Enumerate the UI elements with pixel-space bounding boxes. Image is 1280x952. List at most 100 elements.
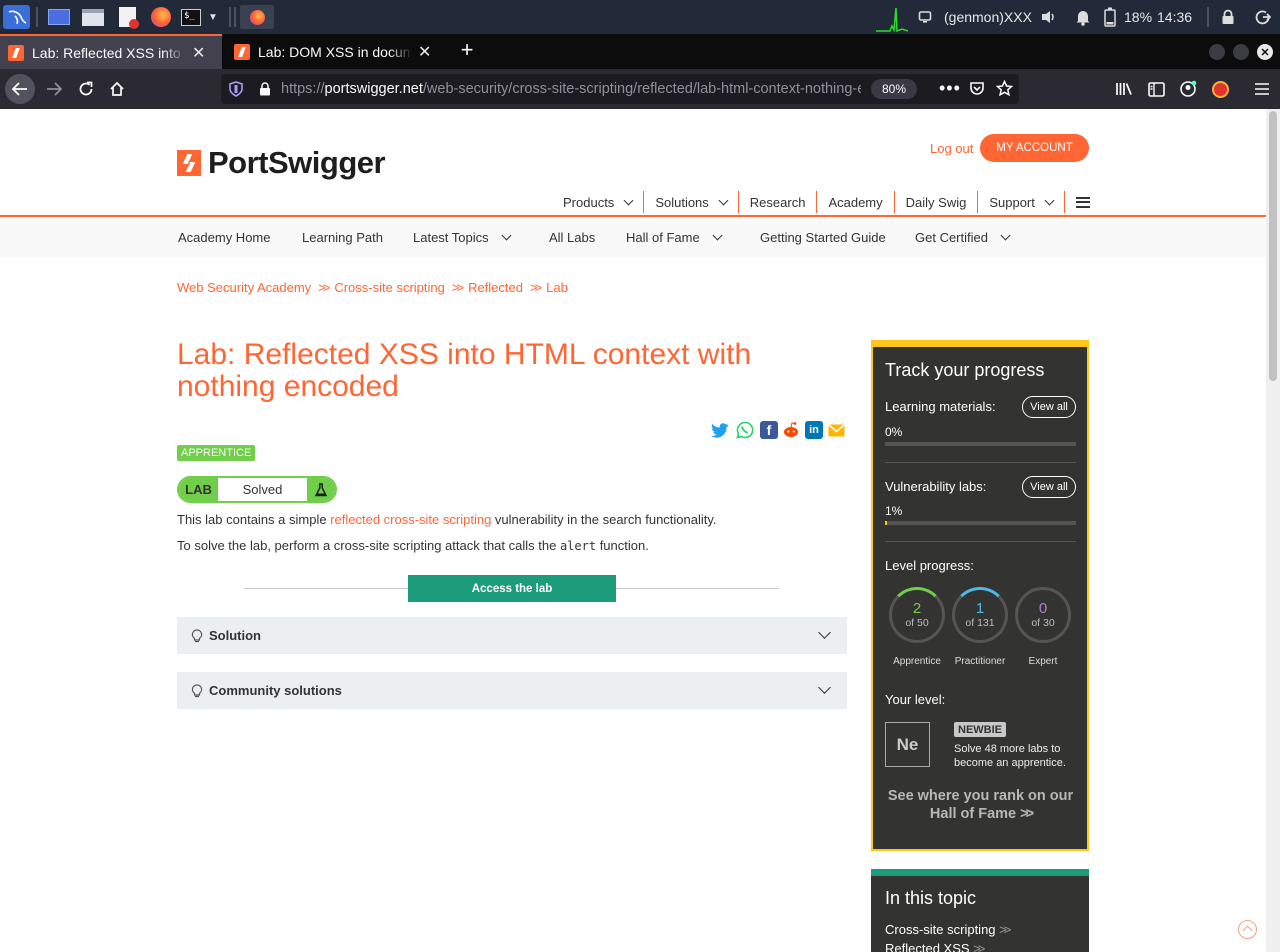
close-window-icon[interactable]: ✕ — [1257, 44, 1273, 60]
forward-icon[interactable] — [42, 69, 66, 109]
account-icon[interactable] — [1178, 69, 1198, 109]
subnav-get-certified[interactable]: Get Certified — [915, 217, 1011, 257]
nav-menu[interactable] — [1063, 191, 1101, 213]
chevron-double-right-icon: >> — [529, 280, 542, 295]
newbie-badge: NEWBIE — [954, 722, 1006, 737]
whatsapp-share-icon[interactable] — [736, 421, 754, 439]
community-solutions-accordion[interactable]: Community solutions — [177, 672, 847, 709]
text-editor-icon[interactable] — [114, 5, 140, 29]
twitter-share-icon[interactable] — [711, 421, 729, 439]
subnav-academy-home[interactable]: Academy Home — [178, 217, 270, 257]
chevron-down-icon — [1000, 230, 1011, 240]
labs-progress-fill — [885, 521, 887, 525]
maximize-window-icon[interactable] — [1233, 44, 1249, 60]
portswigger-logo[interactable]: PortSwigger — [177, 145, 386, 181]
subnav-latest-topics[interactable]: Latest Topics — [413, 217, 512, 257]
hall-of-fame-link[interactable]: See where you rank on our Hall of Fame >… — [885, 787, 1076, 823]
view-all-learning-button[interactable]: View all — [1022, 396, 1076, 418]
subnav-all-labs[interactable]: All Labs — [549, 217, 595, 257]
access-lab-button[interactable]: Access the lab — [408, 575, 616, 602]
logout-icon[interactable] — [1255, 0, 1271, 34]
subnav-getting-started[interactable]: Getting Started Guide — [760, 217, 886, 257]
nav-products[interactable]: Products — [552, 191, 643, 213]
clock[interactable]: 14:36 — [1157, 0, 1192, 34]
pocket-icon[interactable] — [969, 81, 985, 101]
practitioner-count: 1 — [975, 600, 985, 617]
secure-lock-icon[interactable] — [259, 82, 271, 100]
nav-solutions[interactable]: Solutions — [643, 191, 737, 213]
home-icon[interactable] — [105, 69, 129, 109]
volume-icon[interactable] — [1040, 0, 1058, 34]
chevron-down-icon — [623, 195, 634, 205]
minimize-window-icon[interactable] — [1209, 44, 1225, 60]
new-tab-icon[interactable]: + — [456, 39, 478, 62]
tab-title: Lab: Reflected XSS into HTML context — [32, 44, 186, 61]
topic-link-xss[interactable]: Cross-site scripting >> — [885, 922, 1011, 937]
breadcrumb-item[interactable]: Cross-site scripting — [334, 280, 445, 295]
terminal-icon[interactable]: $_ — [180, 5, 202, 29]
workspace-icon[interactable] — [46, 5, 72, 29]
url-bar[interactable]: https://portswigger.net/web-security/cro… — [221, 74, 1019, 104]
zoom-level[interactable]: 80% — [871, 79, 917, 99]
breadcrumb-item[interactable]: Reflected — [468, 280, 523, 295]
kali-menu-icon[interactable] — [3, 5, 30, 29]
back-to-top-icon[interactable] — [1238, 920, 1257, 939]
topic-link-reflected[interactable]: Reflected XSS >> — [885, 941, 985, 952]
facebook-share-icon[interactable]: f — [760, 421, 778, 439]
lab-status-text: Solved — [242, 482, 283, 497]
tab-reflected-xss[interactable]: Lab: Reflected XSS into HTML context ✕ — [0, 34, 222, 69]
breadcrumb-item[interactable]: Web Security Academy — [177, 280, 311, 295]
subnav-hall-of-fame[interactable]: Hall of Fame — [626, 217, 723, 257]
apprentice-label: Apprentice — [893, 656, 941, 667]
url-text[interactable]: https://portswigger.net/web-security/cro… — [281, 81, 861, 97]
nav-academy[interactable]: Academy — [816, 191, 893, 213]
bookmark-star-icon[interactable] — [995, 79, 1014, 101]
expert-progress-ring: 0 of 30 — [1015, 587, 1071, 643]
close-tab-icon[interactable]: ✕ — [418, 42, 431, 62]
sidebar-toggle-icon[interactable] — [1146, 69, 1166, 109]
practitioner-total: of 131 — [965, 617, 995, 629]
topic-heading: In this topic — [885, 888, 977, 908]
lock-screen-icon[interactable] — [1221, 0, 1235, 34]
view-all-labs-button[interactable]: View all — [1022, 476, 1076, 498]
nav-support[interactable]: Support — [977, 191, 1064, 213]
close-tab-icon[interactable]: ✕ — [192, 43, 205, 63]
lab-status-widget: LAB Solved — [177, 476, 337, 503]
tracking-protection-shield-icon[interactable] — [229, 81, 243, 97]
page-actions-icon[interactable]: ••• — [939, 78, 961, 98]
accordion-label: Community solutions — [209, 683, 342, 698]
firefox-launcher-icon[interactable] — [148, 5, 174, 29]
taskbar-separator — [234, 7, 236, 27]
reload-icon[interactable] — [74, 69, 98, 109]
page-scrollbar[interactable] — [1266, 109, 1280, 952]
app-menu-icon[interactable] — [1252, 69, 1272, 109]
tab-dom-xss[interactable]: Lab: DOM XSS in document.write sink ✕ — [226, 34, 448, 69]
email-share-icon[interactable] — [827, 421, 845, 439]
extension-icon[interactable] — [1210, 69, 1230, 109]
chevron-double-right-icon: >> — [973, 941, 985, 952]
accordion-label: Solution — [209, 628, 261, 643]
breadcrumb-item[interactable]: Lab — [546, 280, 568, 295]
solution-accordion[interactable]: Solution — [177, 617, 847, 654]
chevron-double-right-icon: >> — [1020, 806, 1034, 822]
notification-bell-icon[interactable] — [1075, 0, 1091, 34]
launcher-dropdown-icon[interactable]: ▼ — [205, 5, 221, 29]
page-title: Lab: Reflected XSS into HTML context wit… — [177, 338, 752, 403]
taskbar-separator — [229, 7, 231, 27]
my-account-button[interactable]: MY ACCOUNT — [980, 134, 1089, 162]
portswigger-favicon-icon — [234, 43, 250, 60]
subnav-learning-path[interactable]: Learning Path — [302, 217, 383, 257]
scrollbar-thumb[interactable] — [1269, 111, 1277, 381]
reddit-share-icon[interactable] — [782, 421, 800, 439]
reflected-xss-link[interactable]: reflected cross-site scripting — [330, 512, 491, 527]
back-icon[interactable] — [4, 69, 36, 109]
nav-daily-swig[interactable]: Daily Swig — [893, 191, 978, 213]
nav-research[interactable]: Research — [737, 191, 817, 213]
taskbar-firefox-window[interactable] — [240, 5, 274, 29]
screen-icon[interactable] — [918, 0, 932, 34]
file-manager-icon[interactable] — [80, 5, 106, 29]
difficulty-badge: APPRENTICE — [177, 445, 256, 461]
linkedin-share-icon[interactable]: in — [805, 421, 823, 439]
logout-link[interactable]: Log out — [930, 141, 973, 156]
library-icon[interactable] — [1114, 69, 1134, 109]
